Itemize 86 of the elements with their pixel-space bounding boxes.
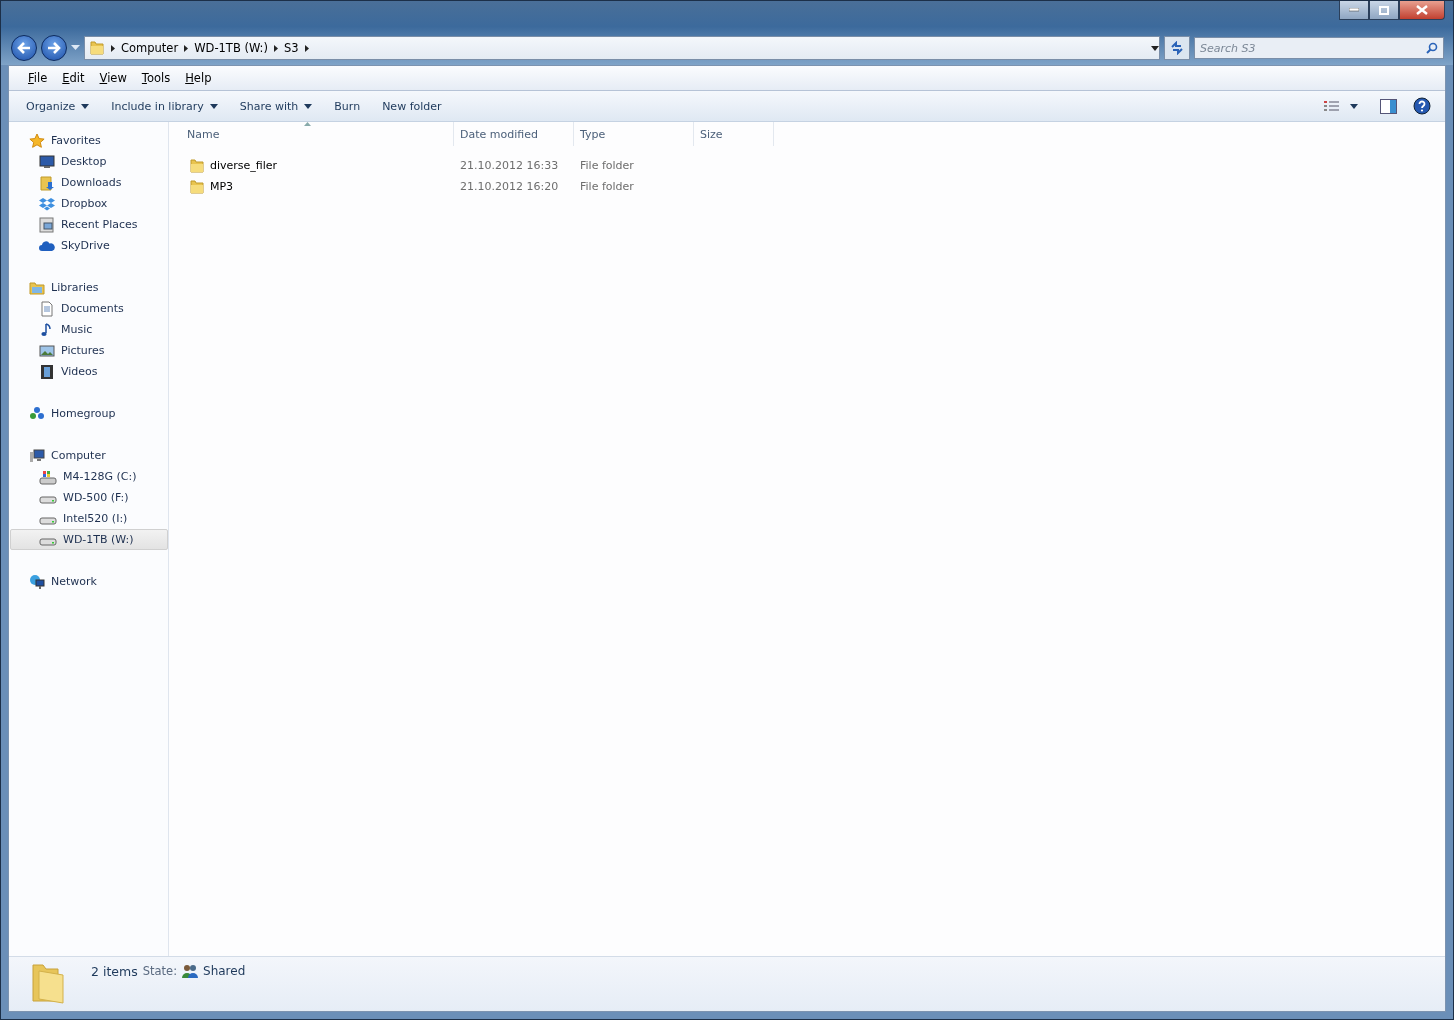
box-icon	[39, 195, 55, 212]
refresh-button[interactable]	[1164, 36, 1190, 60]
menu-item[interactable]: Tools	[134, 71, 179, 85]
film-icon	[39, 363, 55, 380]
column-header[interactable]: Type	[574, 122, 694, 146]
breadcrumb-item[interactable]: WD-1TB (W:)	[194, 41, 268, 55]
picture-icon	[39, 342, 55, 359]
search-icon[interactable]	[1426, 42, 1438, 54]
nav-item[interactable]: Videos	[10, 361, 168, 382]
menu-item[interactable]: File	[21, 71, 56, 85]
minimize-icon	[1349, 8, 1359, 12]
star-icon	[29, 132, 45, 149]
drive-icon	[39, 516, 57, 525]
toolbar-button[interactable]: Organize	[19, 91, 105, 121]
people-icon	[182, 964, 198, 978]
nav-item[interactable]: Documents	[10, 298, 168, 319]
toolbar-button[interactable]: Include in library	[104, 91, 233, 121]
close-icon	[1416, 5, 1428, 15]
arrow-left-icon	[17, 42, 31, 54]
nav-item[interactable]: M4-128G (C:)	[10, 466, 168, 487]
nav-item[interactable]: Libraries	[10, 277, 168, 298]
library-icon	[29, 279, 45, 296]
item-count: 2 items	[91, 963, 138, 979]
folder-icon	[189, 157, 205, 174]
breadcrumb-item[interactable]: Computer	[121, 41, 179, 55]
state-value: Shared	[203, 964, 246, 978]
nav-item[interactable]: Pictures	[10, 340, 168, 361]
nav-item[interactable]: SkyDrive	[10, 235, 168, 256]
dropdown-caret-icon[interactable]	[1151, 45, 1159, 51]
forward-button[interactable]	[41, 35, 67, 61]
nav-item[interactable]: Homegroup	[10, 403, 168, 424]
help-icon[interactable]	[1413, 97, 1431, 115]
type-cell-text: File folder	[579, 180, 635, 193]
column-header[interactable]: Name	[181, 122, 454, 146]
breadcrumb-item[interactable]: S3	[284, 41, 299, 55]
toolbar-button[interactable]: Share with	[232, 91, 328, 121]
refresh-icon	[1170, 41, 1184, 55]
chevron-right-icon[interactable]	[304, 44, 309, 52]
menu-item[interactable]: Edit	[55, 71, 93, 85]
nav-item[interactable]: Downloads	[10, 172, 168, 193]
address-bar[interactable]: Computer WD-1TB (W:) S3	[84, 36, 1160, 60]
nav-item[interactable]: Recent Places	[10, 214, 168, 235]
maximize-icon	[1379, 5, 1389, 15]
chevron-right-icon[interactable]	[274, 44, 278, 52]
back-button[interactable]	[11, 35, 37, 61]
folder-download-icon	[39, 174, 55, 191]
maximize-button[interactable]	[1369, 1, 1399, 20]
nav-item[interactable]: Network	[10, 571, 168, 592]
chevron-right-icon[interactable]	[111, 44, 115, 52]
toolbar-button[interactable]: Burn	[327, 91, 376, 121]
date-cell-text: 21.10.2012 16:33	[459, 159, 560, 172]
homegroup-icon	[29, 405, 45, 422]
folder-icon	[189, 178, 205, 195]
search-field[interactable]: Search S3	[1194, 37, 1444, 59]
nav-item[interactable]: Dropbox	[10, 193, 168, 214]
file-name[interactable]: MP3	[210, 180, 234, 193]
drive-icon	[39, 537, 57, 546]
toolbar-button[interactable]: New folder	[375, 91, 457, 121]
state-label: State:	[142, 964, 177, 978]
chevron-right-icon[interactable]	[184, 44, 189, 52]
nav-item[interactable]: Music	[10, 319, 168, 340]
folder-icon	[89, 40, 105, 56]
nav-item[interactable]: WD-1TB (W:)	[10, 529, 168, 550]
drive-icon	[39, 495, 57, 504]
column-header[interactable]: Date modified	[454, 122, 574, 146]
monitor-icon	[39, 153, 55, 170]
file-name[interactable]: diverse_filer	[210, 159, 278, 172]
nav-item[interactable]: Computer	[10, 445, 168, 466]
recent-places-icon	[39, 216, 55, 233]
system-drive-icon	[39, 468, 57, 485]
menu-item[interactable]: Help	[178, 71, 220, 85]
date-cell-text: 21.10.2012 16:20	[459, 180, 560, 193]
network-icon	[29, 573, 45, 590]
nav-item[interactable]: WD-500 (F:)	[10, 487, 168, 508]
preview-pane-icon[interactable]	[1380, 98, 1397, 114]
arrow-right-icon	[47, 42, 61, 54]
document-icon	[39, 300, 55, 317]
nav-item[interactable]: Intel520 (I:)	[10, 508, 168, 529]
column-header[interactable]: Size	[694, 122, 774, 146]
minimize-button[interactable]	[1339, 1, 1369, 20]
nav-item[interactable]: Desktop	[10, 151, 168, 172]
close-button[interactable]	[1399, 1, 1445, 20]
type-cell-text: File folder	[579, 159, 635, 172]
computer-icon	[29, 447, 45, 464]
menu-item[interactable]: View	[92, 71, 135, 85]
nav-item[interactable]: Favorites	[10, 130, 168, 151]
